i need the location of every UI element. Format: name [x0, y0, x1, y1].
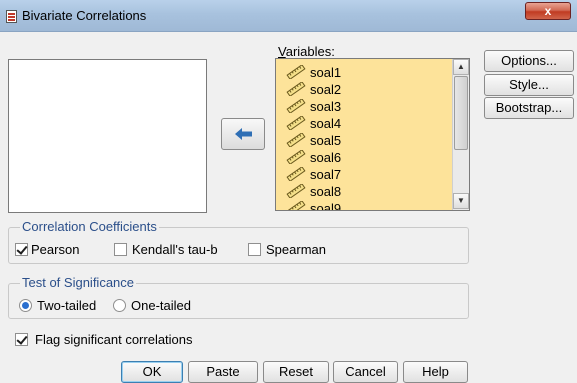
variable-item[interactable]: soal1	[276, 64, 451, 81]
ok-button-label: OK	[142, 364, 162, 379]
two-tailed-label: Two-tailed	[37, 298, 97, 313]
variable-item[interactable]: soal9	[276, 200, 451, 211]
correlation-coefficients-title: Correlation Coefficients	[20, 219, 159, 234]
variable-item-label: soal6	[310, 150, 342, 165]
variable-item-label: soal4	[310, 116, 342, 131]
scale-ruler-icon	[286, 99, 306, 113]
variable-item-label: soal5	[310, 133, 342, 148]
arrow-left-icon	[235, 128, 252, 140]
kendall-checkbox[interactable]	[114, 243, 127, 256]
scale-ruler-icon	[286, 65, 306, 79]
variable-item[interactable]: soal2	[276, 81, 451, 98]
close-button[interactable]: x	[525, 2, 571, 20]
help-button[interactable]: Help	[403, 361, 468, 383]
scale-ruler-icon	[286, 116, 306, 130]
options-button[interactable]: Options...	[484, 50, 574, 72]
variable-item[interactable]: soal8	[276, 183, 451, 200]
variables-scrollbar[interactable]: ▲ ▼	[452, 59, 469, 210]
variable-item[interactable]: soal7	[276, 166, 451, 183]
cancel-button[interactable]: Cancel	[333, 361, 398, 383]
variable-item-label: soal7	[310, 167, 342, 182]
style-button[interactable]: Style...	[484, 74, 574, 96]
variable-item-label: soal1	[310, 65, 342, 80]
variable-item[interactable]: soal3	[276, 98, 451, 115]
scroll-thumb[interactable]	[454, 76, 468, 150]
flag-significant-label: Flag significant correlations	[35, 332, 193, 347]
reset-button-label: Reset	[279, 364, 313, 379]
scale-ruler-icon	[286, 133, 306, 147]
variables-label: Variables:	[278, 44, 335, 59]
one-tailed-label: One-tailed	[131, 298, 191, 313]
variable-item-label: soal9	[310, 201, 342, 211]
title-bar: Bivariate Correlations x	[0, 0, 577, 32]
bootstrap-button[interactable]: Bootstrap...	[484, 97, 574, 119]
scale-ruler-icon	[286, 82, 306, 96]
bivariate-correlations-dialog: Bivariate Correlations x Variables: soal…	[0, 0, 577, 383]
bootstrap-button-label: Bootstrap...	[495, 100, 563, 115]
scale-ruler-icon	[286, 201, 306, 210]
help-button-label: Help	[422, 364, 449, 379]
one-tailed-radio[interactable]	[113, 299, 126, 312]
kendall-label: Kendall's tau-b	[132, 242, 218, 257]
paste-button-label: Paste	[206, 364, 240, 379]
variable-item-label: soal3	[310, 99, 342, 114]
variables-label-text: ariables:	[285, 44, 335, 59]
close-icon: x	[544, 4, 552, 18]
spearman-label: Spearman	[266, 242, 326, 257]
variable-item[interactable]: soal5	[276, 132, 451, 149]
pearson-checkbox[interactable]	[15, 243, 28, 256]
paste-button[interactable]: Paste	[188, 361, 258, 383]
reset-button[interactable]: Reset	[263, 361, 329, 383]
scroll-up-icon[interactable]: ▲	[453, 59, 469, 75]
flag-significant-checkbox[interactable]	[15, 333, 28, 346]
window-title: Bivariate Correlations	[22, 8, 147, 23]
style-button-label: Style...	[509, 77, 549, 92]
spss-dialog-icon	[6, 10, 17, 23]
options-button-label: Options...	[501, 53, 557, 68]
move-to-variables-button[interactable]	[221, 118, 265, 150]
scroll-down-icon[interactable]: ▼	[453, 193, 469, 209]
variable-item-label: soal2	[310, 82, 342, 97]
ok-button[interactable]: OK	[121, 361, 183, 383]
pearson-label: Pearson	[31, 242, 80, 257]
cancel-button-label: Cancel	[345, 364, 386, 379]
variable-item[interactable]: soal4	[276, 115, 451, 132]
spearman-checkbox[interactable]	[248, 243, 261, 256]
scale-ruler-icon	[286, 150, 306, 164]
scale-ruler-icon	[286, 167, 306, 181]
test-of-significance-title: Test of Significance	[20, 275, 137, 290]
variable-item[interactable]: soal6	[276, 149, 451, 166]
scale-ruler-icon	[286, 184, 306, 198]
source-variable-list[interactable]	[8, 59, 207, 213]
variable-item-label: soal8	[310, 184, 342, 199]
two-tailed-radio[interactable]	[19, 299, 32, 312]
variables-list[interactable]: soal1 soal2 soal3 soal4 soal5 soal6 soal7 soal8…	[275, 58, 470, 211]
